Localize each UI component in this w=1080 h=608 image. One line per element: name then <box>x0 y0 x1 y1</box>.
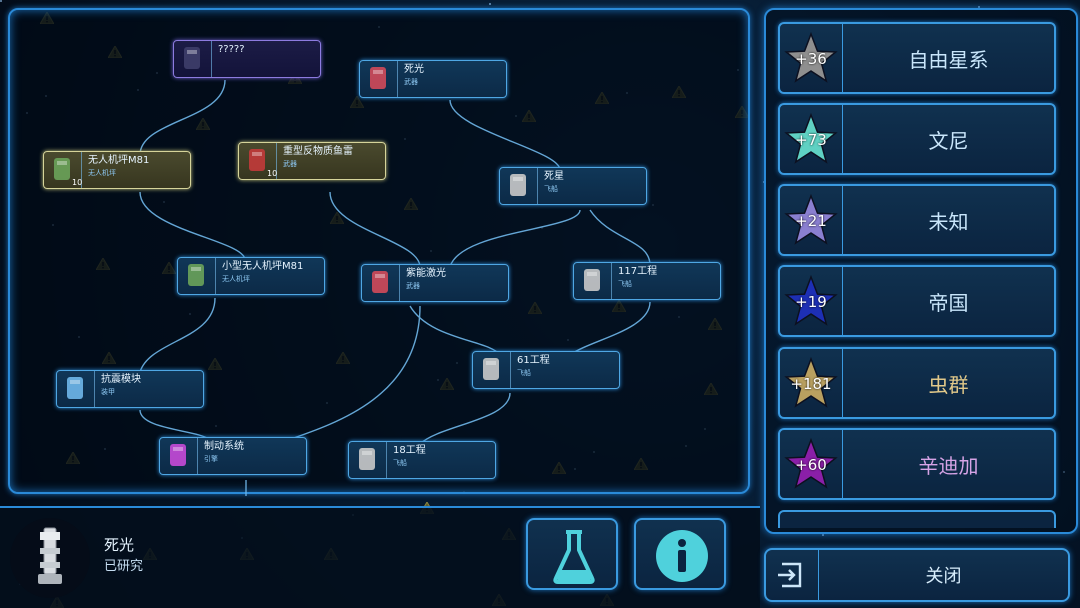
info-icon <box>656 530 708 582</box>
tech-node-death-ray[interactable]: 死光 武器 <box>359 60 507 98</box>
tech-node-antimatter-torpedo[interactable]: 10 重型反物质鱼雷 武器 <box>238 142 386 180</box>
faction-score: +60 <box>795 456 827 474</box>
background-star <box>822 534 824 536</box>
selected-tech-status: 已研究 <box>104 559 144 574</box>
tech-node-icon <box>500 168 538 204</box>
tech-node-title: 制动系统 <box>204 441 244 452</box>
tech-node-drone-bay-m81[interactable]: 10 无人机坪M81 无人机坪 <box>43 151 191 189</box>
faction-score: +36 <box>795 50 827 68</box>
faction-score: +21 <box>795 212 827 230</box>
tech-node-title: 重型反物质鱼雷 <box>283 146 353 157</box>
tech-node-subtitle: 武器 <box>406 282 420 290</box>
tech-node-title: 小型无人机坪M81 <box>222 261 304 272</box>
research-button[interactable] <box>526 518 618 590</box>
background-star <box>489 3 491 5</box>
tech-node-icon: 10 <box>239 143 277 179</box>
tech-node-icon <box>57 371 95 407</box>
tech-node-title: 无人机坪M81 <box>88 155 150 166</box>
faction-name: 辛迪加 <box>918 453 979 478</box>
tech-node-icon <box>473 352 511 388</box>
tech-node-title: 117工程 <box>618 266 658 277</box>
faction-star-icon: +21 <box>780 186 843 254</box>
tech-node-subtitle: 飞船 <box>393 459 407 467</box>
tech-node-small-drone-bay[interactable]: 小型无人机坪M81 无人机坪 <box>177 257 325 295</box>
tech-node-icon <box>174 41 212 77</box>
tech-node-project-18[interactable]: 18工程飞船 <box>348 441 496 479</box>
faction-star-icon: +60 <box>780 430 843 498</box>
faction-item[interactable]: +36 自由星系 <box>778 22 1056 94</box>
tech-node-count: 10 <box>72 178 83 187</box>
tech-node-title: ????? <box>218 44 245 55</box>
exit-icon <box>766 550 819 600</box>
faction-star-icon: +36 <box>780 24 843 92</box>
faction-name: 自由星系 <box>908 47 989 72</box>
faction-item[interactable]: +181 虫群 <box>778 347 1056 419</box>
tech-node-icon <box>574 263 612 299</box>
selected-tech-icon <box>10 518 90 598</box>
faction-list-next-item[interactable] <box>778 510 1056 528</box>
faction-name: 虫群 <box>928 372 969 397</box>
tech-node-title: 抗震模块 <box>101 374 141 385</box>
faction-score: +19 <box>795 293 827 311</box>
faction-name: 文尼 <box>928 128 969 153</box>
faction-star-icon: +181 <box>780 349 843 417</box>
tech-node-icon <box>178 258 216 294</box>
tech-node-subtitle: 飞船 <box>618 280 632 288</box>
tech-node-subtitle: 无人机坪 <box>222 275 250 283</box>
tech-node-title: 死光 <box>404 64 424 75</box>
tech-node-icon: 10 <box>44 152 82 188</box>
faction-item[interactable]: +73 文尼 <box>778 103 1056 175</box>
tech-node-project-117[interactable]: 117工程飞船 <box>573 262 721 300</box>
tech-node-death-star[interactable]: 死星 飞船 <box>499 167 647 205</box>
tech-node-shock-module[interactable]: 抗震模块 装甲 <box>56 370 204 408</box>
close-button-label: 关闭 <box>925 566 962 587</box>
tech-node-subtitle: 引擎 <box>204 455 218 463</box>
close-button[interactable]: 关闭 <box>764 548 1070 602</box>
tech-node-title: 紫能激光 <box>406 268 446 279</box>
faction-item[interactable]: +60 辛迪加 <box>778 428 1056 500</box>
tech-node-subtitle: 武器 <box>283 160 297 168</box>
tech-node-title: 61工程 <box>517 355 550 366</box>
faction-name: 未知 <box>928 209 969 234</box>
flask-icon <box>553 530 595 584</box>
faction-star-icon: +19 <box>780 267 843 335</box>
faction-name: 帝国 <box>928 290 969 315</box>
tech-node-brake-system[interactable]: 制动系统 引擎 <box>159 437 307 475</box>
faction-score: +73 <box>795 131 827 149</box>
tech-node-icon <box>362 265 400 301</box>
faction-score: +181 <box>790 375 832 393</box>
tech-node-subtitle: 武器 <box>404 78 418 86</box>
faction-item[interactable]: +21 未知 <box>778 184 1056 256</box>
tech-node-icon <box>349 442 387 478</box>
tech-node-unknown[interactable]: ????? <box>173 40 321 78</box>
tech-node-icon <box>160 438 198 474</box>
tech-node-title: 18工程 <box>393 445 426 456</box>
tech-node-icon <box>360 61 398 97</box>
tech-node-subtitle: 无人机坪 <box>88 169 116 177</box>
tech-node-purple-laser[interactable]: 紫能激光 武器 <box>361 264 509 302</box>
tech-node-count: 10 <box>267 169 278 178</box>
tech-node-project-61[interactable]: 61工程飞船 <box>472 351 620 389</box>
background-star <box>0 0 2 2</box>
faction-item[interactable]: +19 帝国 <box>778 265 1056 337</box>
selected-tech-name: 死光 <box>104 536 135 554</box>
tech-node-subtitle: 装甲 <box>101 388 115 396</box>
tech-node-subtitle: 飞船 <box>517 369 531 377</box>
info-button[interactable] <box>634 518 726 590</box>
tech-node-subtitle: 飞船 <box>544 185 558 193</box>
faction-star-icon: +73 <box>780 105 843 173</box>
tech-node-title: 死星 <box>544 171 564 182</box>
